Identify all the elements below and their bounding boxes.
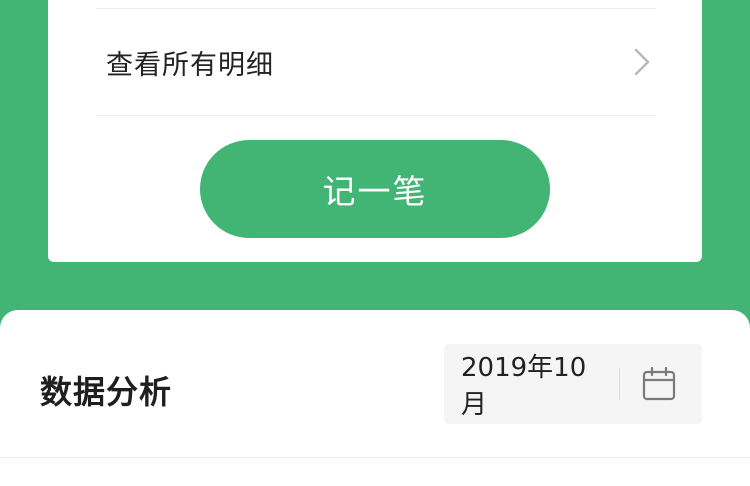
view-all-details-row[interactable]: 查看所有明细 <box>96 9 656 115</box>
view-all-details-label: 查看所有明细 <box>106 49 274 81</box>
data-analysis-panel: 数据分析 2019年10月 <box>0 310 750 486</box>
month-picker-separator <box>619 368 620 400</box>
month-picker[interactable]: 2019年10月 <box>444 344 702 424</box>
summary-card: 查看所有明细 记一笔 <box>48 0 702 262</box>
chevron-right-icon <box>634 48 650 76</box>
card-divider-bottom <box>96 115 656 116</box>
calendar-icon <box>642 367 676 401</box>
data-analysis-title: 数据分析 <box>40 373 173 411</box>
record-entry-button[interactable]: 记一笔 <box>200 140 550 238</box>
month-picker-value: 2019年10月 <box>461 353 587 420</box>
panel-divider <box>0 457 750 458</box>
